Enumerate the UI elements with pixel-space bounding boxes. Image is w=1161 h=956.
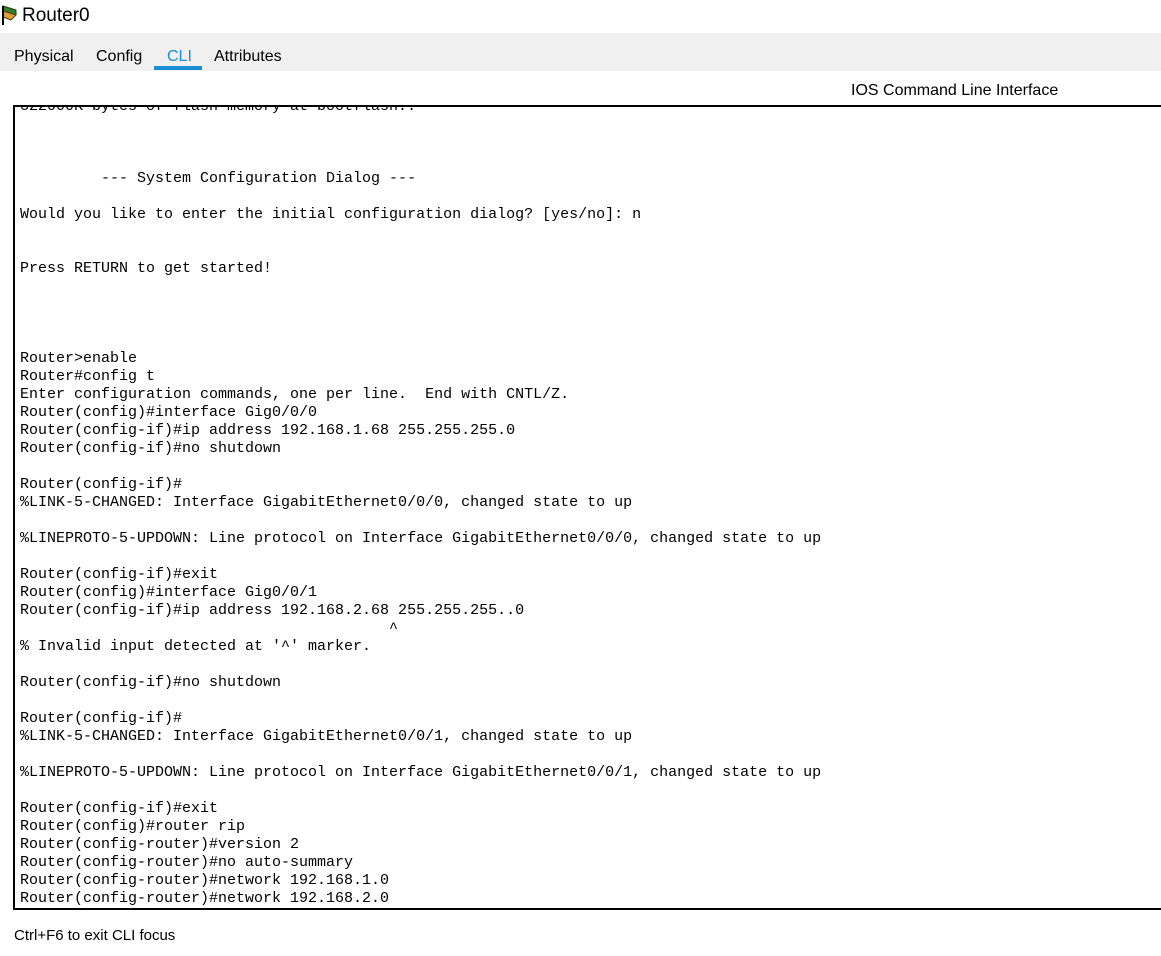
tab-physical[interactable]: Physical [14, 47, 74, 67]
cli-output-line: Router(config-if)# [20, 476, 183, 493]
window-title: Router0 [22, 5, 90, 26]
cli-output-line: Router(config-router)#no auto-summary [20, 854, 354, 871]
cli-output-line: Router(config-router)# [20, 908, 218, 910]
cli-output-line: Router(config-if)# [20, 710, 183, 727]
tab-config[interactable]: Config [96, 47, 142, 67]
tab-attributes[interactable]: Attributes [214, 47, 282, 67]
router-device-icon [2, 5, 17, 25]
cli-output-line: % Invalid input detected at '^' marker. [20, 638, 372, 655]
cli-output-line: Router(config-router)#network 192.168.1.… [20, 872, 390, 889]
cli-section-title: IOS Command Line Interface [851, 82, 1059, 99]
cli-output-line: Enter configuration commands, one per li… [20, 386, 570, 403]
cli-terminal[interactable]: 322000K bytes of flash memory at bootfla… [13, 105, 1161, 910]
cli-output-line: Router>enable [20, 350, 138, 367]
cli-output-line: Would you like to enter the initial conf… [20, 206, 642, 223]
cli-output-line: Router(config)#router rip [20, 818, 246, 835]
cli-output-line: Router#config t [20, 368, 156, 385]
cli-output-line: 322000K bytes of flash memory at bootfla… [20, 105, 417, 115]
tab-cli[interactable]: CLI [167, 47, 192, 67]
cli-output-line: %LINEPROTO-5-UPDOWN: Line protocol on In… [20, 764, 822, 781]
cli-output-line: Router(config-if)#ip address 192.168.1.6… [20, 422, 516, 439]
cli-output-line: Router(config)#interface Gig0/0/0 [20, 404, 318, 421]
cli-output-line: Press RETURN to get started! [20, 260, 273, 277]
cli-output-line: Router(config-if)#no shutdown [20, 674, 282, 691]
cli-output-line: %LINK-5-CHANGED: Interface GigabitEthern… [20, 494, 633, 511]
active-tab-indicator [154, 66, 202, 70]
cli-output-line: Router(config-router)#network 192.168.2.… [20, 890, 390, 907]
cli-output-line: %LINK-5-CHANGED: Interface GigabitEthern… [20, 728, 633, 745]
cli-output-line: ^ [20, 620, 399, 637]
cli-output-line: Router(config-if)#exit [20, 800, 219, 817]
cli-output-line: Router(config-router)#version 2 [20, 836, 300, 853]
cli-output-line: Router(config-if)#exit [20, 566, 219, 583]
cli-output-line: Router(config-if)#ip address 192.168.2.6… [20, 602, 525, 619]
window-titlebar: Router0 [0, 0, 1161, 33]
cli-focus-hint: Ctrl+F6 to exit CLI focus [14, 927, 176, 944]
cli-output-line: --- System Configuration Dialog --- [20, 170, 417, 187]
cli-output-line: %LINEPROTO-5-UPDOWN: Line protocol on In… [20, 530, 822, 547]
cli-output-line: Router(config)#interface Gig0/0/1 [20, 584, 318, 601]
cli-output-line: Router(config-if)#no shutdown [20, 440, 282, 457]
